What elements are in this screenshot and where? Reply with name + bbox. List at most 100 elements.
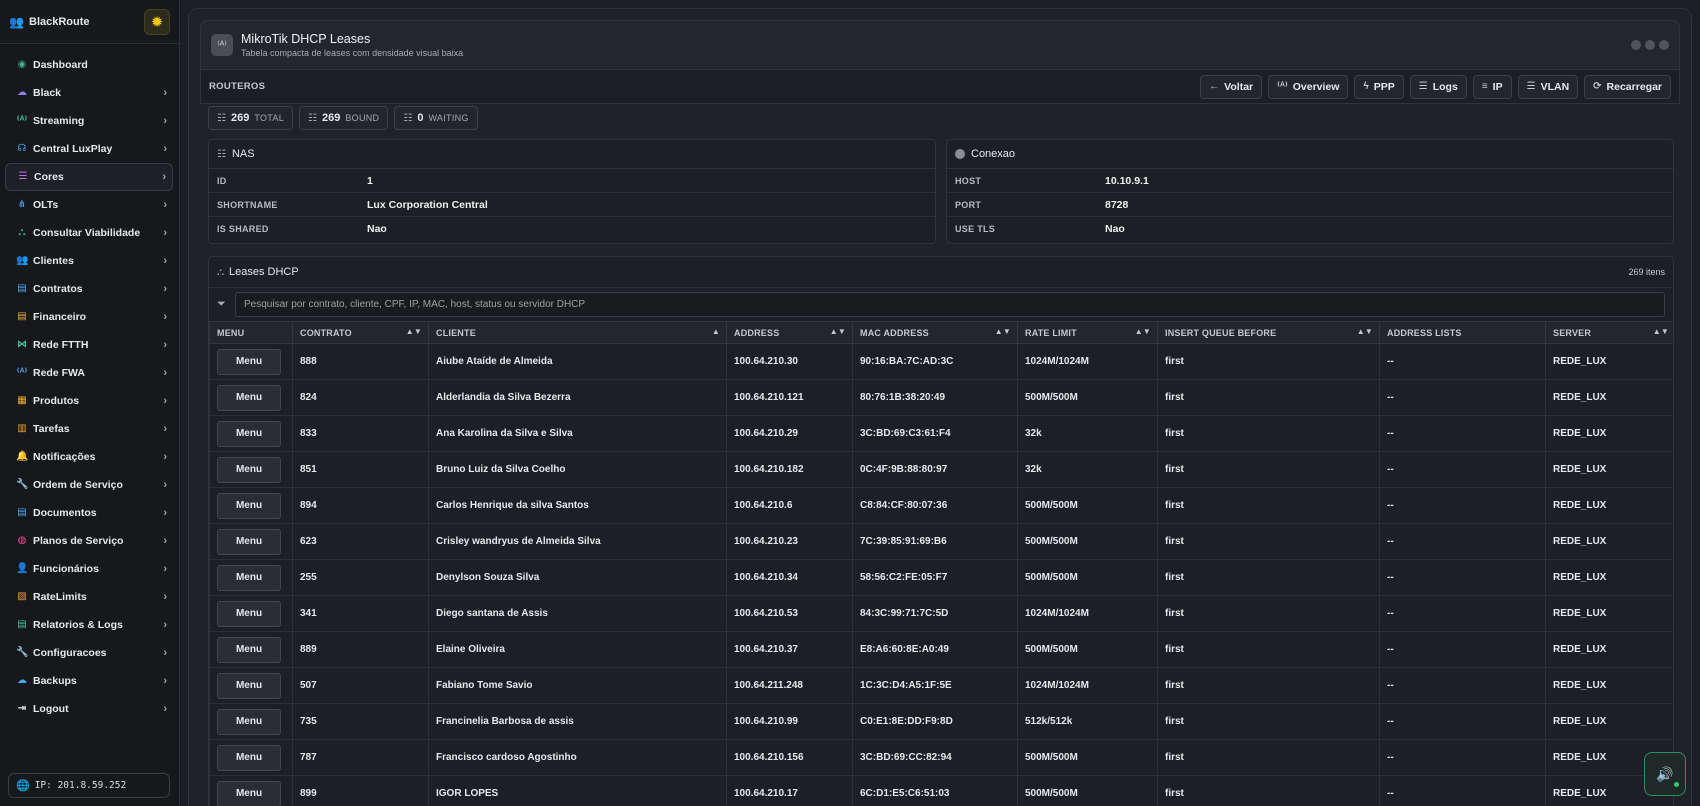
- column-header-server[interactable]: SERVER ▲▼: [1545, 321, 1673, 344]
- sidebar-item-rede-fwa[interactable]: ⁽ᴬ⁾ Rede FWA ›: [5, 359, 173, 387]
- row-menu-button[interactable]: Menu: [217, 708, 281, 735]
- sidebar-item-backups[interactable]: ☁ Backups ›: [5, 667, 173, 695]
- counter-bound[interactable]: ☷ 269 BOUND: [299, 106, 389, 130]
- sidebar-item-central-luxplay[interactable]: ☊ Central LuxPlay ›: [5, 135, 173, 163]
- sort-icon: ▲▼: [1134, 327, 1151, 336]
- table-row[interactable]: Menu 255 Denylson Souza Silva 100.64.210.34…: [209, 559, 1673, 596]
- sidebar-item-label: Documentos: [33, 507, 97, 519]
- toolbar-label: ROUTEROS: [209, 81, 266, 92]
- sidebar-item-consultar-viabilidade[interactable]: ⛬ Consultar Viabilidade ›: [5, 219, 173, 247]
- ppp-button[interactable]: ϟ PPP: [1354, 74, 1404, 99]
- sidebar-item-produtos[interactable]: ▦ Produtos ›: [5, 387, 173, 415]
- window-dot-icon[interactable]: [1645, 40, 1655, 50]
- column-header-address-lists[interactable]: ADDRESS LISTS: [1379, 321, 1546, 344]
- table-row[interactable]: Menu 787 Francisco cardoso Agostinho 100.64…: [209, 739, 1673, 776]
- window-dot-icon[interactable]: [1659, 40, 1669, 50]
- column-header-label: MENU: [217, 327, 245, 338]
- counter-total[interactable]: ☷ 269 TOTAL: [208, 106, 294, 130]
- row-menu-button[interactable]: Menu: [217, 492, 281, 519]
- table-cell: C0:E1:8E:DD:F9:8D: [852, 703, 1018, 740]
- row-menu-button[interactable]: Menu: [217, 564, 281, 591]
- table-row[interactable]: Menu 341 Diego santana de Assis 100.64.210.…: [209, 595, 1673, 632]
- table-row[interactable]: Menu 507 Fabiano Tome Savio 100.64.211.248 1…: [209, 667, 1673, 704]
- table-row[interactable]: Menu 888 Aiube Ataíde de Almeida 100.64.210…: [209, 343, 1673, 380]
- table-cell: REDE_LUX: [1545, 415, 1673, 452]
- row-menu-button[interactable]: Menu: [217, 384, 281, 411]
- ip-label: IP: 201.8.59.252: [34, 780, 127, 791]
- employee-icon: 👤: [16, 563, 29, 574]
- column-header-rate-limit[interactable]: RATE LIMIT ▲▼: [1017, 321, 1158, 344]
- row-menu-button[interactable]: Menu: [217, 456, 281, 483]
- brand-title: BlackRoute: [29, 15, 90, 28]
- sidebar-item-relatorios-logs[interactable]: ▤ Relatorios & Logs ›: [5, 611, 173, 639]
- row-menu-button[interactable]: Menu: [217, 348, 281, 375]
- network-icon: ⋔: [17, 199, 27, 210]
- sidebar-item-notifica-es[interactable]: 🔔 Notificações ›: [5, 443, 173, 471]
- table-row[interactable]: Menu 833 Ana Karolina da Silva e Silva 100.…: [209, 415, 1673, 452]
- table-cell: 889: [292, 631, 429, 668]
- search-input[interactable]: [235, 292, 1665, 317]
- sidebar-item-olts[interactable]: ⋔ OLTs ›: [5, 191, 173, 219]
- sidebar-item-logout[interactable]: ⇥ Logout ›: [5, 695, 173, 723]
- column-header-cliente[interactable]: CLIENTE ▲: [428, 321, 727, 344]
- row-menu-button[interactable]: Menu: [217, 636, 281, 663]
- column-header-menu[interactable]: MENU: [209, 321, 293, 344]
- sidebar-item-configuracoes[interactable]: 🔧 Configuracoes ›: [5, 639, 173, 667]
- logs-button[interactable]: ☰ Logs: [1409, 74, 1467, 99]
- column-header-contrato[interactable]: CONTRATO ▲▼: [292, 321, 429, 344]
- table-row[interactable]: Menu 851 Bruno Luiz da Silva Coelho 100.64.…: [209, 451, 1673, 488]
- sidebar-item-dashboard[interactable]: ◉ Dashboard: [5, 51, 173, 79]
- sidebar-item-funcion-rios[interactable]: 👤 Funcionários ›: [5, 555, 173, 583]
- row-menu-button[interactable]: Menu: [217, 420, 281, 447]
- table-cell: --: [1379, 343, 1546, 380]
- menu-cell: Menu: [209, 667, 293, 704]
- recarregar-button[interactable]: ⟳ Recarregar: [1584, 74, 1671, 99]
- table-cell: 32k: [1017, 451, 1158, 488]
- overview-button[interactable]: ⁽ᴬ⁾ Overview: [1268, 74, 1349, 99]
- sidebar-item-ratelimits[interactable]: ▧ RateLimits ›: [5, 583, 173, 611]
- sidebar-item-cores[interactable]: ☰ Cores ›: [5, 163, 173, 191]
- sidebar-item-planos-de-servi-o[interactable]: ◍ Planos de Serviço ›: [5, 527, 173, 555]
- theme-toggle-button[interactable]: ✹: [144, 8, 170, 35]
- row-menu-button[interactable]: Menu: [217, 744, 281, 771]
- table-row[interactable]: Menu 735 Francinelia Barbosa de assis 100.6…: [209, 703, 1673, 740]
- sidebar-item-tarefas[interactable]: ▥ Tarefas ›: [5, 415, 173, 443]
- vlan-button[interactable]: ☰ VLAN: [1517, 74, 1579, 99]
- cloud-icon: ☁: [17, 87, 27, 98]
- table-row[interactable]: Menu 899 IGOR LOPES 100.64.210.17 6C:D1:E5:C…: [209, 775, 1673, 806]
- column-header-address[interactable]: ADDRESS ▲▼: [726, 321, 853, 344]
- sidebar-nav: ◉ Dashboard ☁ Black › ⁽ᴬ⁾ Streaming › ☊ Central L…: [0, 44, 179, 723]
- menu-cell: Menu: [209, 739, 293, 776]
- sidebar-item-documentos[interactable]: ▤ Documentos ›: [5, 499, 173, 527]
- row-menu-button[interactable]: Menu: [217, 600, 281, 627]
- table-row[interactable]: Menu 623 Crisley wandryus de Almeida Silva…: [209, 523, 1673, 560]
- sidebar-item-contratos[interactable]: ▤ Contratos ›: [5, 275, 173, 303]
- ip-button[interactable]: ≡ IP: [1472, 74, 1512, 99]
- column-header-insert-queue-before[interactable]: INSERT QUEUE BEFORE ▲▼: [1157, 321, 1380, 344]
- row-menu-button[interactable]: Menu: [217, 780, 281, 806]
- sidebar-item-clientes[interactable]: 👥 Clientes ›: [5, 247, 173, 275]
- voltar-button[interactable]: ← Voltar: [1200, 74, 1263, 99]
- sidebar-item-black[interactable]: ☁ Black ›: [5, 79, 173, 107]
- column-header-mac-address[interactable]: MAC ADDRESS ▲▼: [852, 321, 1018, 344]
- sidebar-item-rede-ftth[interactable]: ⋈ Rede FTTH ›: [5, 331, 173, 359]
- toolbar-button-label: Logs: [1432, 80, 1458, 93]
- sound-button[interactable]: 🔊: [1644, 752, 1686, 796]
- row-menu-button[interactable]: Menu: [217, 528, 281, 555]
- speaker-icon: 🔊: [1656, 765, 1674, 782]
- row-menu-button[interactable]: Menu: [217, 672, 281, 699]
- window-dot-icon[interactable]: [1631, 40, 1641, 50]
- counter-waiting[interactable]: ☷ 0 WAITING: [394, 106, 478, 130]
- table-cell: Francinelia Barbosa de assis: [428, 703, 727, 740]
- sidebar-item-streaming[interactable]: ⁽ᴬ⁾ Streaming ›: [5, 107, 173, 135]
- table-row[interactable]: Menu 894 Carlos Henrique da silva Santos 10…: [209, 487, 1673, 524]
- layers-icon: ☰: [1526, 81, 1536, 92]
- sidebar-item-financeiro[interactable]: ▤ Financeiro ›: [5, 303, 173, 331]
- table-cell: 787: [292, 739, 429, 776]
- table-row[interactable]: Menu 889 Elaine Oliveira 100.64.210.37 E8:A6…: [209, 631, 1673, 668]
- table-cell: --: [1379, 739, 1546, 776]
- table-row[interactable]: Menu 824 Alderlandia da Silva Bezerra 100.6…: [209, 379, 1673, 416]
- table-cell: Francisco cardoso Agostinho: [428, 739, 727, 776]
- sidebar-item-ordem-de-servi-o[interactable]: 🔧 Ordem de Serviço ›: [5, 471, 173, 499]
- gauge-icon: ▧: [17, 591, 27, 602]
